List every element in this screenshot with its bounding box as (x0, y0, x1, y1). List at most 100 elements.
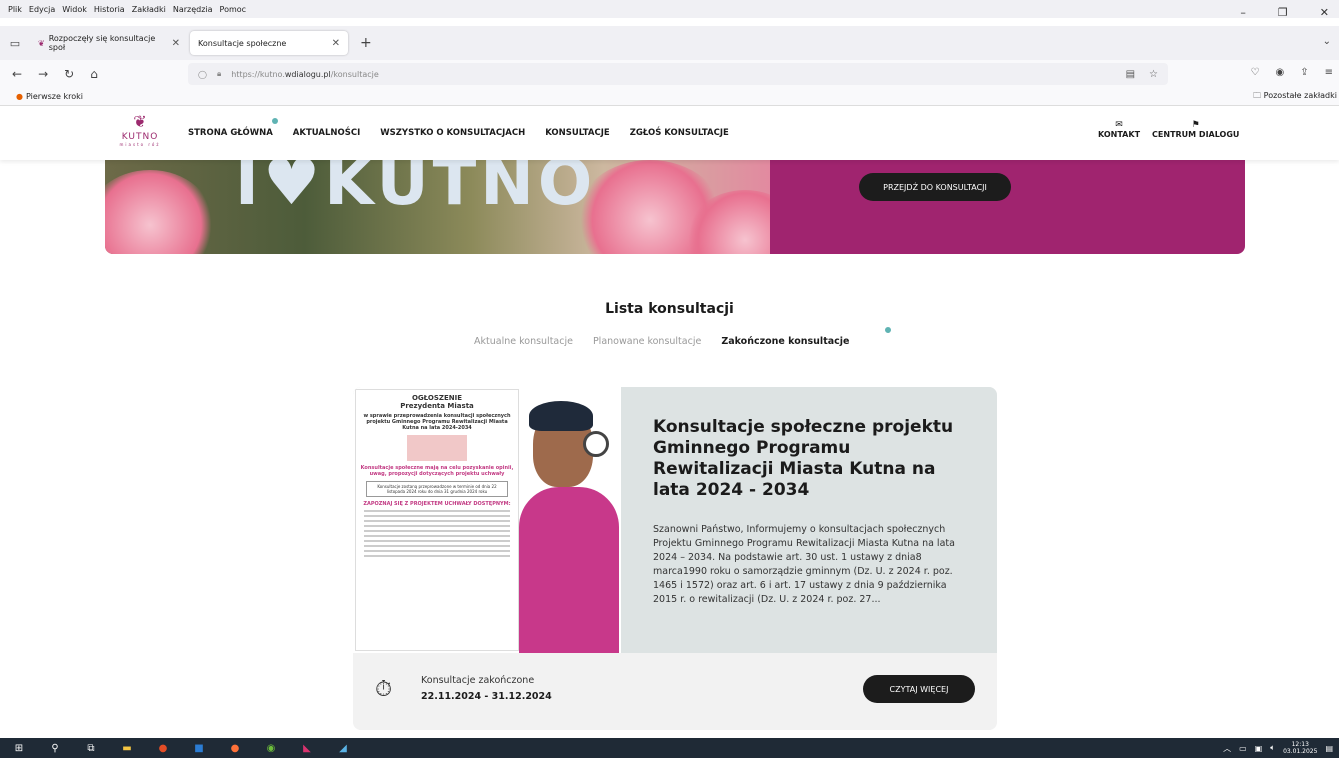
nav-right: ✉ KONTAKT ⚑ CENTRUM DIALOGU (1098, 120, 1239, 139)
tab-label: Rozpoczęły się konsultacje społ (48, 34, 156, 52)
battery-icon[interactable]: ▭ (1239, 744, 1247, 753)
notification-icon[interactable]: ▤ (1325, 744, 1333, 753)
filter-planned[interactable]: Planowane konsultacje (593, 336, 701, 347)
site-header: ❦ KUTNO miasto róż STRONA GŁÓWNA AKTUALN… (0, 106, 1339, 160)
nav-consultations[interactable]: KONSULTACJE (545, 128, 610, 138)
reader-mode-icon[interactable]: ▤ (1126, 69, 1135, 80)
close-tab-icon[interactable]: ✕ (172, 38, 180, 49)
restore-icon[interactable]: ❐ (1278, 6, 1288, 19)
nav-contact[interactable]: ✉ KONTAKT (1098, 120, 1140, 139)
site-logo[interactable]: ❦ KUTNO miasto róż (118, 114, 162, 148)
shield-icon[interactable]: ◯ (198, 70, 207, 79)
minimize-icon[interactable]: – (1240, 6, 1246, 19)
hamburger-menu-icon[interactable]: ≡ (1325, 67, 1333, 78)
kutno-letters: I♥KUTNO (235, 160, 597, 220)
network-icon[interactable]: ▣ (1255, 744, 1263, 753)
announcement-poster: OGŁOSZENIE Prezydenta Miasta w sprawie p… (355, 389, 519, 651)
home-icon[interactable]: ⌂ (90, 67, 98, 81)
web-page: ❦ KUTNO miasto róż STRONA GŁÓWNA AKTUALN… (0, 106, 1339, 738)
poster-cta: ZAPOZNAJ SIĘ Z PROJEKTEM UCHWAŁY DOSTĘPN… (363, 501, 511, 507)
consultation-filters: Aktualne konsultacje Planowane konsultac… (474, 336, 849, 347)
menu-bar: Plik Edycja Widok Historia Zakładki Narz… (0, 0, 1339, 18)
close-window-icon[interactable]: ✕ (1320, 6, 1329, 19)
other-bookmarks[interactable]: 🗀︎ Pozostałe zakładki (1253, 90, 1339, 104)
hero-image: I♥KUTNO (105, 160, 805, 254)
nav-about-consultations[interactable]: WSZYSTKO O KONSULTACJACH (380, 128, 525, 138)
menu-bookmarks[interactable]: Zakładki (132, 5, 166, 14)
word-icon[interactable]: ■ (192, 741, 206, 755)
url-bar[interactable]: ◯ 🔒︎ https://kutno.wdialogu.pl/konsultac… (188, 63, 1168, 85)
back-icon[interactable]: ← (12, 67, 22, 81)
clock[interactable]: 12:13 03.01.2025 (1283, 741, 1317, 755)
navigation-bar: ← → ↻ ⌂ ◯ 🔒︎ https://kutno.wdialogu.pl/k… (0, 60, 1339, 88)
menu-file[interactable]: Plik (8, 5, 22, 14)
firefox-taskbar-icon[interactable]: ● (228, 741, 242, 755)
volume-icon[interactable]: 🔈︎ (1270, 743, 1275, 753)
task-view-icon[interactable]: ⧉ (84, 741, 98, 755)
app-icon[interactable]: ◣ (300, 741, 314, 755)
nav-news[interactable]: AKTUALNOŚCI (293, 128, 360, 138)
chevron-up-icon[interactable]: ︿ (1223, 743, 1231, 754)
person-illustration (501, 387, 621, 653)
account-icon[interactable]: ◉ (1275, 67, 1284, 78)
lock-icon[interactable]: 🔒︎ (217, 69, 221, 79)
bookmarks-bar: ● Pierwsze kroki 🗀︎ Pozostałe zakładki (0, 88, 1339, 106)
tab-rozpoczely[interactable]: ❦ Rozpoczęły się konsultacje społ ✕ (30, 31, 188, 55)
filter-current[interactable]: Aktualne konsultacje (474, 336, 573, 347)
menu-edit[interactable]: Edycja (29, 5, 55, 14)
card-image: OGŁOSZENIE Prezydenta Miasta w sprawie p… (353, 387, 621, 653)
flower-image (105, 170, 215, 254)
flag-icon: ⚑ (1191, 120, 1200, 130)
tab-label: Konsultacje społeczne (198, 38, 287, 48)
forward-icon[interactable]: → (38, 67, 48, 81)
consultation-status: Konsultacje zakończone (421, 675, 535, 686)
windows-start-icon[interactable]: ⊞ (12, 741, 26, 755)
nav-report-consultation[interactable]: ZGŁOŚ KONSULTACJE (630, 128, 729, 138)
bookmark-star-icon[interactable]: ☆ (1149, 69, 1158, 80)
card-title[interactable]: Konsultacje społeczne projektu Gminnego … (653, 417, 973, 501)
qgis-icon[interactable]: ◉ (264, 741, 278, 755)
search-icon[interactable]: ⚲ (48, 741, 62, 755)
tab-list-icon[interactable]: ▭ (0, 37, 30, 50)
file-explorer-icon[interactable]: ▬ (120, 741, 134, 755)
hero-banner: I♥KUTNO PRZEJDŹ DO KONSULTACJI (105, 160, 1245, 254)
bookmark-pierwsze-kroki[interactable]: Pierwsze kroki (26, 92, 83, 101)
share-icon[interactable]: ⇪ (1300, 67, 1308, 78)
consultation-dates: 22.11.2024 - 31.12.2024 (421, 691, 552, 702)
chrome-icon[interactable]: ● (156, 741, 170, 755)
pocket-icon[interactable]: ♡ (1251, 67, 1260, 78)
close-tab-icon[interactable]: ✕ (332, 38, 340, 49)
menu-help[interactable]: Pomoc (220, 5, 247, 14)
nav-dialog-center[interactable]: ⚑ CENTRUM DIALOGU (1152, 120, 1239, 139)
firefox-icon: ● (16, 92, 23, 101)
tab-konsultacje[interactable]: Konsultacje społeczne ✕ (190, 31, 348, 55)
window-controls: – ❐ ✕ (1240, 6, 1339, 19)
poster-title-2: Prezydenta Miasta (400, 402, 474, 410)
menu-view[interactable]: Widok (62, 5, 87, 14)
menu-tools[interactable]: Narzędzia (173, 5, 213, 14)
read-more-button[interactable]: CZYTAJ WIĘCEJ (863, 675, 975, 703)
app-icon-2[interactable]: ◢ (336, 741, 350, 755)
consultation-card[interactable]: OGŁOSZENIE Prezydenta Miasta w sprawie p… (353, 387, 997, 730)
stopwatch-icon: ⏱︎ (375, 677, 393, 702)
card-description: Szanowni Państwo, Informujemy o konsulta… (653, 524, 955, 605)
chevron-down-icon[interactable]: ⌄ (1323, 36, 1331, 47)
reload-icon[interactable]: ↻ (64, 67, 74, 81)
logo-subtitle: miasto róż (119, 142, 161, 147)
filter-finished[interactable]: Zakończone konsultacje (721, 336, 849, 347)
card-text: Konsultacje społeczne projektu Gminnego … (653, 417, 973, 607)
menu-history[interactable]: Historia (94, 5, 125, 14)
poster-goal: Konsultacje społeczne mają na celu pozys… (360, 465, 514, 477)
poster-subtitle: w sprawie przeprowadzenia konsultacji sp… (363, 413, 511, 431)
go-to-consultation-button[interactable]: PRZEJDŹ DO KONSULTACJI (859, 173, 1011, 201)
hero-panel (770, 160, 1245, 254)
taskbar: ⊞ ⚲ ⧉ ▬ ● ■ ● ◉ ◣ ◢ ︿ ▭ ▣ 🔈︎ 12:13 03.01… (0, 738, 1339, 758)
new-tab-icon[interactable]: + (360, 35, 372, 51)
card-footer: ⏱︎ Konsultacje zakończone 22.11.2024 - 3… (353, 653, 997, 730)
megaphone-icon (583, 431, 609, 457)
poster-text-lines (360, 510, 514, 557)
list-title: Lista konsultacji (605, 301, 734, 317)
nav-home[interactable]: STRONA GŁÓWNA (188, 128, 273, 138)
nav-active-dot (272, 118, 278, 124)
map-image (407, 435, 467, 461)
